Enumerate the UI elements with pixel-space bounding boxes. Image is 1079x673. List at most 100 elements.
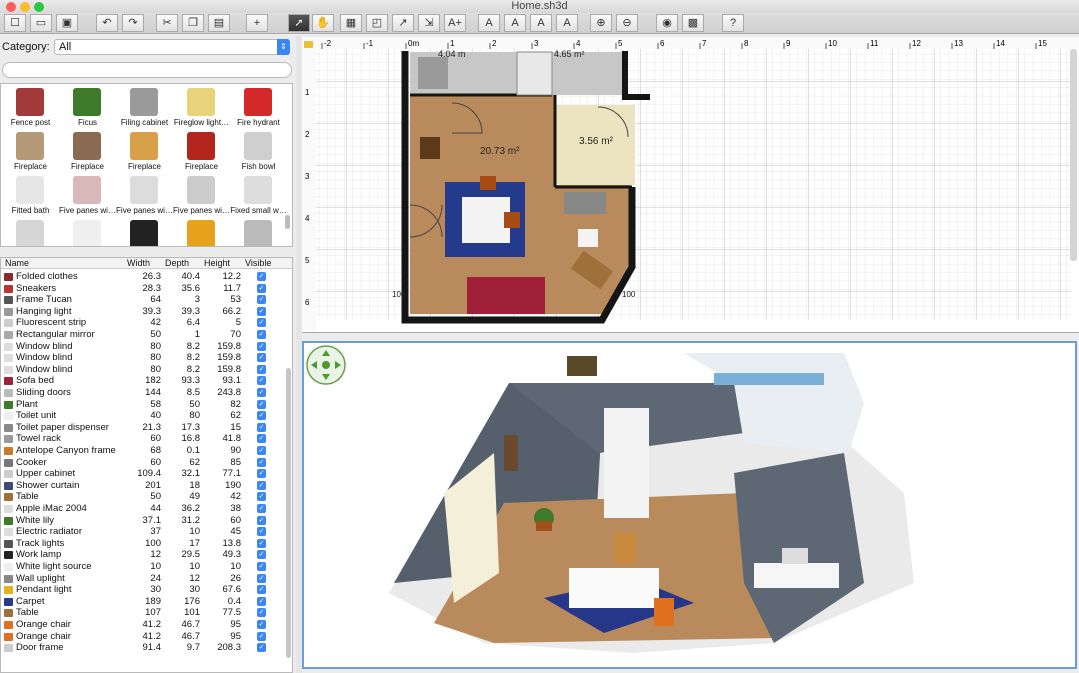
catalog-item[interactable]: Fireplace <box>173 129 230 173</box>
table-row[interactable]: Pendant light 30 30 67.6 ✓ <box>1 584 284 596</box>
add-furniture-button[interactable]: + <box>246 14 268 32</box>
table-row[interactable]: Sliding doors 144 8.5 243.8 ✓ <box>1 387 284 399</box>
visible-checkbox[interactable]: ✓ <box>257 353 266 363</box>
column-header-width[interactable]: Width <box>127 258 150 268</box>
zoom-out-button[interactable]: ⊖ <box>616 14 638 32</box>
add-text-button[interactable]: A+ <box>444 14 466 32</box>
visible-checkbox[interactable]: ✓ <box>257 608 266 618</box>
open-button[interactable]: ▭ <box>30 14 52 32</box>
table-row[interactable]: Work lamp 12 29.5 49.3 ✓ <box>1 549 284 561</box>
visible-checkbox[interactable]: ✓ <box>257 318 266 328</box>
zoom-in-button[interactable]: ⊕ <box>590 14 612 32</box>
visible-checkbox[interactable]: ✓ <box>257 295 266 305</box>
text-style-1-button[interactable]: A <box>478 14 500 32</box>
copy-button[interactable]: ❐ <box>182 14 204 32</box>
create-rooms-button[interactable]: ◰ <box>366 14 388 32</box>
visible-checkbox[interactable]: ✓ <box>257 388 266 397</box>
catalog-item[interactable]: Fixed small w… <box>230 173 287 217</box>
table-row[interactable]: White light source 10 10 10 ✓ <box>1 561 284 573</box>
text-style-2-button[interactable]: A <box>504 14 526 32</box>
navigation-arrows[interactable] <box>306 345 346 385</box>
table-row[interactable]: Wall uplight 24 12 26 ✓ <box>1 573 284 585</box>
table-row[interactable]: Apple iMac 2004 44 36.2 38 ✓ <box>1 503 284 515</box>
3d-view[interactable] <box>302 341 1077 669</box>
catalog-item[interactable]: Fireplace <box>59 129 116 173</box>
select-mode-button[interactable]: ➚ <box>288 14 310 32</box>
table-row[interactable]: Sofa bed 182 93.3 93.1 ✓ <box>1 375 284 387</box>
create-polylines-button[interactable]: ↗ <box>392 14 414 32</box>
visible-checkbox[interactable]: ✓ <box>257 643 266 653</box>
category-select[interactable]: All ⇕ <box>54 39 290 55</box>
table-row[interactable]: Window blind 80 8.2 159.8 ✓ <box>1 364 284 376</box>
visible-checkbox[interactable]: ✓ <box>257 631 266 641</box>
visible-checkbox[interactable]: ✓ <box>257 306 266 316</box>
table-scrollbar[interactable] <box>286 368 291 658</box>
visible-checkbox[interactable]: ✓ <box>257 446 266 455</box>
catalog-item[interactable]: Fish bowl <box>230 129 287 173</box>
catalog-item[interactable]: Filing cabinet <box>116 85 173 129</box>
visible-checkbox[interactable]: ✓ <box>257 469 266 479</box>
table-row[interactable]: Cooker 60 62 85 ✓ <box>1 457 284 469</box>
table-row[interactable]: Electric radiator 37 10 45 ✓ <box>1 526 284 538</box>
table-row[interactable]: Toilet unit 40 80 62 ✓ <box>1 410 284 422</box>
visible-checkbox[interactable]: ✓ <box>257 573 266 583</box>
visible-checkbox[interactable]: ✓ <box>257 422 266 432</box>
catalog-item[interactable]: Fireglow light… <box>173 85 230 129</box>
visible-checkbox[interactable]: ✓ <box>257 562 266 571</box>
table-row[interactable]: Window blind 80 8.2 159.8 ✓ <box>1 341 284 353</box>
visible-checkbox[interactable]: ✓ <box>257 527 266 537</box>
visible-checkbox[interactable]: ✓ <box>257 620 266 629</box>
table-row[interactable]: Fluorescent strip 42 6.4 5 ✓ <box>1 317 284 329</box>
table-row[interactable]: Track lights 100 17 13.8 ✓ <box>1 538 284 550</box>
visible-checkbox[interactable]: ✓ <box>257 283 266 293</box>
table-row[interactable]: Table 107 101 77.5 ✓ <box>1 607 284 619</box>
create-photo-button[interactable]: ◉ <box>656 14 678 32</box>
catalog-item[interactable] <box>230 217 287 246</box>
catalog-item[interactable] <box>116 217 173 246</box>
catalog-item[interactable]: Five panes wi… <box>116 173 173 217</box>
catalog-item[interactable]: Fireplace <box>2 129 59 173</box>
help-button[interactable]: ? <box>722 14 744 32</box>
column-header-visible[interactable]: Visible <box>245 258 271 268</box>
visible-checkbox[interactable]: ✓ <box>257 434 266 444</box>
visible-checkbox[interactable]: ✓ <box>257 550 266 560</box>
column-header-height[interactable]: Height <box>204 258 230 268</box>
table-row[interactable]: Hanging light 39.3 39.3 66.2 ✓ <box>1 306 284 318</box>
table-row[interactable]: Folded clothes 26.3 40.4 12.2 ✓ <box>1 271 284 283</box>
catalog-item[interactable]: Five panes wi… <box>173 173 230 217</box>
text-italic-button[interactable]: A <box>556 14 578 32</box>
catalog-item[interactable]: Five panes wi… <box>59 173 116 217</box>
visible-checkbox[interactable]: ✓ <box>257 480 266 490</box>
visible-checkbox[interactable]: ✓ <box>257 330 266 339</box>
table-row[interactable]: White lily 37.1 31.2 60 ✓ <box>1 515 284 527</box>
table-row[interactable]: Upper cabinet 109.4 32.1 77.1 ✓ <box>1 468 284 480</box>
visible-checkbox[interactable]: ✓ <box>257 515 266 525</box>
catalog-item[interactable] <box>59 217 116 246</box>
table-row[interactable]: Toilet paper dispenser 21.3 17.3 15 ✓ <box>1 422 284 434</box>
visible-checkbox[interactable]: ✓ <box>257 538 266 548</box>
catalog-item[interactable]: Ficus <box>59 85 116 129</box>
search-input[interactable] <box>2 62 292 78</box>
table-row[interactable]: Shower curtain 201 18 190 ✓ <box>1 480 284 492</box>
table-row[interactable]: Plant 58 50 82 ✓ <box>1 399 284 411</box>
table-row[interactable]: Window blind 80 8.2 159.8 ✓ <box>1 352 284 364</box>
column-header-depth[interactable]: Depth <box>165 258 189 268</box>
visible-checkbox[interactable]: ✓ <box>257 272 266 281</box>
table-row[interactable]: Orange chair 41.2 46.7 95 ✓ <box>1 631 284 643</box>
create-video-button[interactable]: ▩ <box>682 14 704 32</box>
catalog-item[interactable] <box>2 217 59 246</box>
table-row[interactable]: Sneakers 28.3 35.6 11.7 ✓ <box>1 283 284 295</box>
save-button[interactable]: ▣ <box>56 14 78 32</box>
table-row[interactable]: Door frame 91.4 9.7 208.3 ✓ <box>1 642 284 654</box>
visible-checkbox[interactable]: ✓ <box>257 341 266 351</box>
visible-checkbox[interactable]: ✓ <box>257 596 266 606</box>
catalog-item[interactable]: Fitted bath <box>2 173 59 217</box>
create-dimensions-button[interactable]: ⇲ <box>418 14 440 32</box>
column-header-name[interactable]: Name <box>5 258 29 268</box>
catalog-item[interactable]: Fence post <box>2 85 59 129</box>
table-row[interactable]: Table 50 49 42 ✓ <box>1 491 284 503</box>
table-row[interactable]: Frame Tucan 64 3 53 ✓ <box>1 294 284 306</box>
visible-checkbox[interactable]: ✓ <box>257 376 266 386</box>
new-home-button[interactable]: ☐ <box>4 14 26 32</box>
cut-button[interactable]: ✂ <box>156 14 178 32</box>
